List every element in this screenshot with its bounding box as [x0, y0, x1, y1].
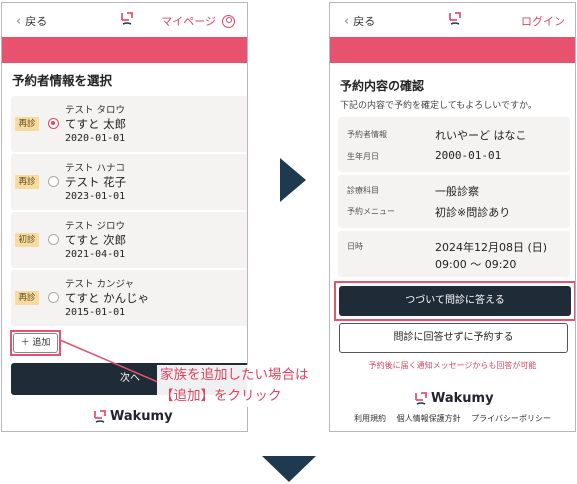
datetime-card: 日時 2024年12月08日 (日) 09:00 ～ 09:20 [338, 231, 570, 277]
back-label: 戻る [353, 15, 376, 28]
header-bar [330, 37, 575, 63]
info-row: 診療科目 一般診察 [347, 182, 570, 200]
info-value: 一般診察 [435, 185, 479, 198]
info-value: 2000-01-01 [435, 149, 502, 162]
right-screen: ‹ 戻る ログイン 予約内容の確認 下記の内容で予約を確定してもよろしいですか。… [329, 2, 576, 432]
info-label: 予約者情報 [347, 130, 387, 139]
back-button[interactable]: ‹ 戻る [344, 13, 375, 29]
logo-icon [415, 391, 427, 405]
info-label: 日時 [347, 242, 363, 251]
continue-highlight: つづいて問診に答える [334, 281, 575, 321]
page-title: 予約内容の確認 [340, 79, 425, 93]
info-row: 日時 2024年12月08日 (日) [347, 238, 570, 256]
terms-link[interactable]: 利用規約 [354, 414, 386, 423]
brand-name: Wakumy [431, 391, 494, 406]
no-answer-button[interactable]: 問診に回答せずに予約する [339, 323, 568, 353]
menu-card: 診療科目 一般診察 予約メニュー 初診※問診あり [338, 175, 570, 228]
info-value: れいやーど はなこ [435, 129, 527, 142]
info-label: 生年月日 [347, 152, 379, 161]
info-row: 生年月日 2000-01-01 [347, 148, 570, 166]
notice-text: 予約後に届く通知メッセージからも回答が可能 [368, 361, 537, 370]
personal-info-link[interactable]: 個人情報保護方針 [397, 414, 461, 423]
footer-logo: Wakumy [415, 391, 494, 406]
info-value: 初診※問診あり [435, 206, 511, 219]
info-label: 診療科目 [347, 186, 379, 195]
info-row: 予約メニュー 初診※問診あり [347, 203, 570, 221]
info-row: 09:00 ～ 09:20 [347, 255, 570, 273]
arrow-down-icon [262, 456, 316, 482]
header: ‹ 戻る ログイン [330, 3, 575, 37]
continue-button[interactable]: つづいて問診に答える [339, 286, 571, 316]
reserver-card: 予約者情報 れいやーど はなこ 生年月日 2000-01-01 [338, 117, 570, 172]
login-link[interactable]: ログイン [521, 13, 565, 29]
info-value: 2024年12月08日 (日) [435, 241, 548, 254]
privacy-policy-link[interactable]: プライバシーポリシー [471, 414, 551, 423]
page-subtitle: 下記の内容で予約を確定してもよろしいですか。 [340, 101, 537, 111]
info-value: 09:00 ～ 09:20 [435, 258, 517, 271]
chevron-left-icon: ‹ [344, 13, 350, 29]
arrow-right-icon [280, 158, 306, 202]
logo-icon [449, 12, 461, 25]
footer-links: 利用規約 個人情報保護方針 プライバシーポリシー [330, 413, 575, 424]
info-row: 予約者情報 れいやーど はなこ [347, 126, 570, 144]
info-label: 予約メニュー [347, 207, 395, 216]
